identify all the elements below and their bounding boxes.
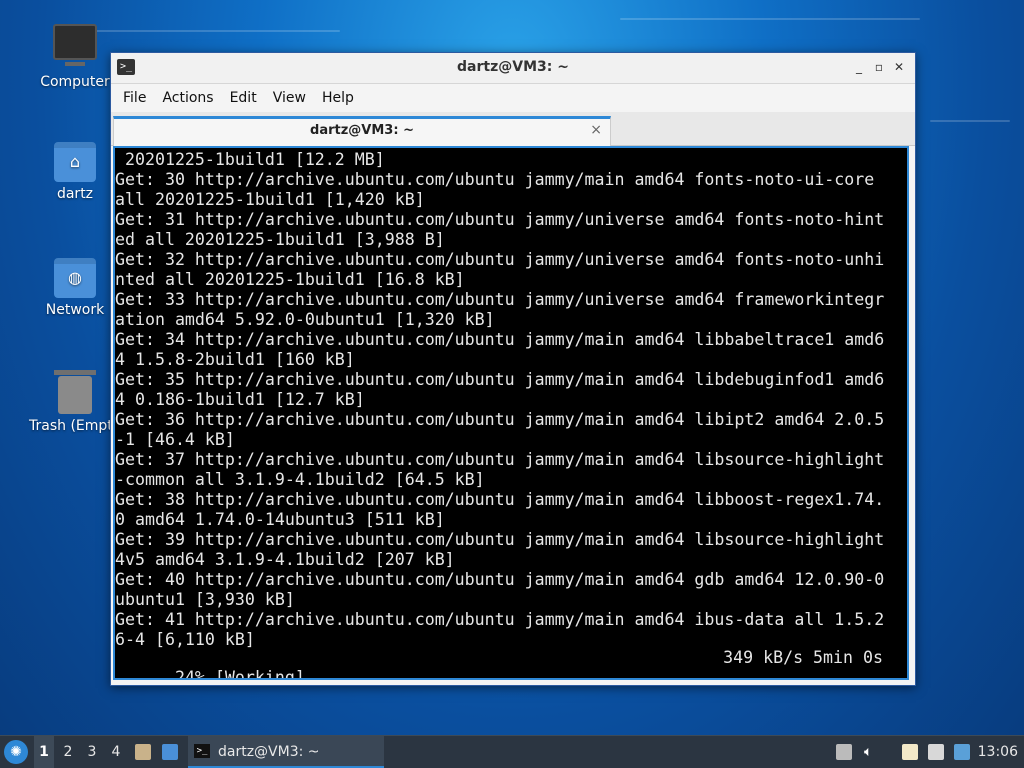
terminal-line: 0 amd64 1.74.0-14ubuntu3 [511 kB] [115,510,445,529]
terminal-line: Get: 36 http://archive.ubuntu.com/ubuntu… [115,410,885,429]
terminal-line: Get: 40 http://archive.ubuntu.com/ubuntu… [115,570,885,589]
desktop-icon-label: Trash (Empty) [29,418,123,434]
trash-icon [54,370,96,414]
tab-label: dartz@VM3: ~ [310,123,414,138]
taskbar-task-terminal[interactable]: >_ dartz@VM3: ~ [188,736,384,768]
maximize-button[interactable]: ▫ [871,59,887,75]
desktop-icon-network[interactable]: ◍ Network [27,258,123,318]
workspace-1[interactable]: 1 [34,736,54,768]
progress-line: 24% [Working] 349 kB/s 5min 0s [115,648,883,680]
title-bar[interactable]: >_ dartz@VM3: ~ _ ▫ ✕ [111,53,915,84]
terminal-line: Get: 32 http://archive.ubuntu.com/ubuntu… [115,250,885,269]
minimize-button[interactable]: _ [851,59,867,75]
terminal-icon: >_ [194,744,210,758]
network-folder-icon: ◍ [54,258,96,298]
terminal-line: 4v5 amd64 3.1.9-4.1build2 [207 kB] [115,550,455,569]
update-icon[interactable] [836,744,852,760]
desktop-icon-trash[interactable]: Trash (Empty) [27,370,123,434]
terminal-line: 4 1.5.8-2build1 [160 kB] [115,350,355,369]
computer-icon [53,24,97,66]
notification-icon[interactable] [954,744,970,760]
menu-view[interactable]: View [265,86,314,110]
menu-bar: File Actions Edit View Help [111,84,915,112]
terminal-line: Get: 41 http://archive.ubuntu.com/ubuntu… [115,610,885,629]
start-menu-icon[interactable]: ✺ [4,740,28,764]
tab-close-icon[interactable]: × [590,122,602,138]
wallpaper-streak [620,18,920,20]
terminal-line: Get: 33 http://archive.ubuntu.com/ubuntu… [115,290,885,309]
tab-bar: dartz@VM3: ~ × [111,112,915,147]
taskbar: ✺ 1 2 3 4 >_ dartz@VM3: ~ 🔈︎ 13:06 [0,735,1024,768]
desktop-icon-label: Network [45,302,105,318]
terminal-window: >_ dartz@VM3: ~ _ ▫ ✕ File Actions Edit … [110,52,916,686]
task-label: dartz@VM3: ~ [218,744,320,760]
terminal-line: Get: 38 http://archive.ubuntu.com/ubuntu… [115,490,885,509]
wallpaper-streak [930,120,1010,122]
terminal-line: 6-4 [6,110 kB] [115,630,255,649]
terminal-line: 20201225-1build1 [12.2 MB] [115,150,385,169]
desktop-icon-label: dartz [56,186,94,202]
terminal-line: Get: 31 http://archive.ubuntu.com/ubuntu… [115,210,885,229]
menu-edit[interactable]: Edit [222,86,265,110]
desktop-icon-computer[interactable]: Computer [27,24,123,90]
clock[interactable]: 13:06 [978,736,1018,768]
workspace-3[interactable]: 3 [82,736,102,768]
file-manager-icon[interactable] [135,744,151,760]
desktop-icon-label: Computer [40,74,110,90]
terminal-line: ed all 20201225-1build1 [3,988 B] [115,230,445,249]
terminal-line: -1 [46.4 kB] [115,430,235,449]
workspace-4[interactable]: 4 [106,736,126,768]
tab-terminal[interactable]: dartz@VM3: ~ × [113,116,611,147]
terminal-line: ubuntu1 [3,930 kB] [115,590,295,609]
terminal-line: Get: 34 http://archive.ubuntu.com/ubuntu… [115,330,885,349]
menu-help[interactable]: Help [314,86,362,110]
progress-status: 24% [Working] [174,668,305,680]
clipboard-icon[interactable] [902,744,918,760]
terminal-line: Get: 37 http://archive.ubuntu.com/ubuntu… [115,450,885,469]
terminal-line: nted all 20201225-1build1 [16.8 kB] [115,270,465,289]
network-icon[interactable] [928,744,944,760]
desktop-icon-home[interactable]: ⌂ dartz [27,142,123,202]
terminal-line: -common all 3.1.9-4.1build2 [64.5 kB] [115,470,485,489]
close-button[interactable]: ✕ [891,59,907,75]
terminal-output[interactable]: 20201225-1build1 [12.2 MB] Get: 30 http:/… [113,146,909,680]
terminal-line: Get: 39 http://archive.ubuntu.com/ubuntu… [115,530,885,549]
menu-actions[interactable]: Actions [154,86,221,110]
window-title: dartz@VM3: ~ [457,59,569,75]
menu-file[interactable]: File [115,86,154,110]
terminal-line: Get: 35 http://archive.ubuntu.com/ubuntu… [115,370,885,389]
terminal-line: 4 0.186-1build1 [12.7 kB] [115,390,365,409]
home-folder-icon: ⌂ [54,142,96,182]
terminal-line: all 20201225-1build1 [1,420 kB] [115,190,425,209]
show-desktop-icon[interactable] [162,744,178,760]
terminal-line: Get: 30 http://archive.ubuntu.com/ubuntu… [115,170,875,189]
workspace-2[interactable]: 2 [58,736,78,768]
volume-icon[interactable]: 🔈︎ [864,744,880,760]
download-rate: 349 kB/s 5min 0s [723,648,883,667]
terminal-lines: 20201225-1build1 [12.2 MB] Get: 30 http:/… [115,150,885,650]
terminal-line: ation amd64 5.92.0-0ubuntu1 [1,320 kB] [115,310,495,329]
